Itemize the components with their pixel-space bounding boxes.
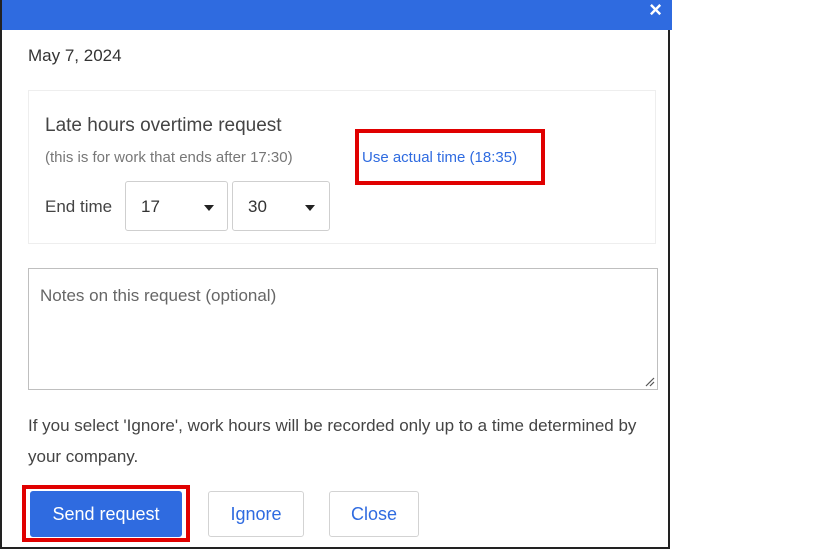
hour-value: 17 <box>141 197 160 216</box>
end-time-label: End time <box>45 197 113 216</box>
send-request-button[interactable]: Send request <box>30 491 182 537</box>
request-date: May 7, 2024 <box>28 46 122 65</box>
ignore-info-text: If you select 'Ignore', work hours will … <box>28 416 637 466</box>
resize-grip-icon[interactable] <box>643 375 655 387</box>
close-button[interactable]: Close <box>329 491 419 537</box>
dialog-titlebar: × <box>2 0 672 30</box>
ignore-button[interactable]: Ignore <box>208 491 304 537</box>
notes-placeholder: Notes on this request (optional) <box>40 286 277 305</box>
minute-value: 30 <box>248 197 267 216</box>
notes-textarea[interactable]: Notes on this request (optional) <box>28 268 658 390</box>
use-actual-time-link[interactable]: Use actual time (18:35) <box>362 149 517 166</box>
overtime-dialog: × May 7, 2024 Late hours overtime reques… <box>0 0 672 549</box>
chevron-down-icon <box>305 205 315 211</box>
close-icon[interactable]: × <box>649 0 662 23</box>
overtime-panel: Late hours overtime request (this is for… <box>28 90 656 244</box>
minute-select[interactable]: 30 <box>232 181 330 231</box>
hour-select[interactable]: 17 <box>125 181 228 231</box>
panel-subtitle: (this is for work that ends after 17:30) <box>45 149 293 166</box>
chevron-down-icon <box>204 205 214 211</box>
panel-title: Late hours overtime request <box>45 115 282 136</box>
